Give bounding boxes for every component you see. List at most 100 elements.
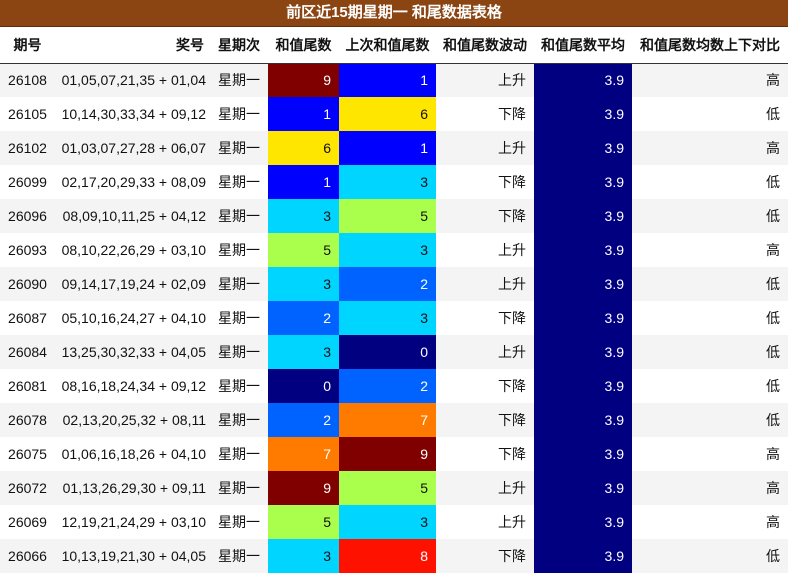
prev-tail-cell: 1	[339, 63, 436, 97]
compare-cell: 低	[632, 539, 788, 573]
tail-cell: 6	[268, 131, 339, 165]
table-row: 26105 10,14,30,33,34 + 09,12 星期一 1 6 下降 3.9 低	[0, 97, 788, 131]
table-row: 26066 10,13,19,21,30 + 04,05 星期一 3 8 下降 3.9 低	[0, 539, 788, 573]
day-cell: 星期一	[210, 233, 268, 267]
table-row: 26096 08,09,10,11,25 + 04,12 星期一 3 5 下降 3.9 低	[0, 199, 788, 233]
issue-cell: 26096	[0, 199, 55, 233]
prev-tail-cell: 3	[339, 301, 436, 335]
prev-tail-cell: 5	[339, 199, 436, 233]
prev-tail-cell: 3	[339, 505, 436, 539]
numbers-cell: 02,17,20,29,33 + 08,09	[55, 165, 210, 199]
numbers-cell: 05,10,16,24,27 + 04,10	[55, 301, 210, 335]
compare-cell: 低	[632, 369, 788, 403]
numbers-cell: 08,10,22,26,29 + 03,10	[55, 233, 210, 267]
table-row: 26108 01,05,07,21,35 + 01,04 星期一 9 1 上升 3.9 高	[0, 63, 788, 97]
avg-cell: 3.9	[534, 233, 632, 267]
tail-cell: 3	[268, 267, 339, 301]
issue-cell: 26093	[0, 233, 55, 267]
table-row: 26081 08,16,18,24,34 + 09,12 星期一 0 2 下降 3.9 低	[0, 369, 788, 403]
numbers-cell: 13,25,30,32,33 + 04,05	[55, 335, 210, 369]
trend-cell: 上升	[436, 471, 534, 505]
table-row: 26099 02,17,20,29,33 + 08,09 星期一 1 3 下降 3.9 低	[0, 165, 788, 199]
issue-cell: 26105	[0, 97, 55, 131]
issue-cell: 26075	[0, 437, 55, 471]
compare-cell: 低	[632, 403, 788, 437]
day-cell: 星期一	[210, 437, 268, 471]
issue-cell: 26108	[0, 63, 55, 97]
day-cell: 星期一	[210, 165, 268, 199]
avg-cell: 3.9	[534, 301, 632, 335]
trend-cell: 上升	[436, 233, 534, 267]
numbers-cell: 09,14,17,19,24 + 02,09	[55, 267, 210, 301]
tail-cell: 2	[268, 403, 339, 437]
table-row: 26093 08,10,22,26,29 + 03,10 星期一 5 3 上升 3.9 高	[0, 233, 788, 267]
header-trend: 和值尾数波动	[436, 27, 534, 64]
table-row: 26087 05,10,16,24,27 + 04,10 星期一 2 3 下降 3.9 低	[0, 301, 788, 335]
table-row: 26102 01,03,07,27,28 + 06,07 星期一 6 1 上升 3.9 高	[0, 131, 788, 165]
issue-cell: 26084	[0, 335, 55, 369]
compare-cell: 高	[632, 505, 788, 539]
issue-cell: 26066	[0, 539, 55, 573]
day-cell: 星期一	[210, 301, 268, 335]
avg-cell: 3.9	[534, 63, 632, 97]
numbers-cell: 01,13,26,29,30 + 09,11	[55, 471, 210, 505]
prev-tail-cell: 9	[339, 437, 436, 471]
day-cell: 星期一	[210, 97, 268, 131]
numbers-cell: 10,14,30,33,34 + 09,12	[55, 97, 210, 131]
table-row: 26069 12,19,21,24,29 + 03,10 星期一 5 3 上升 3.9 高	[0, 505, 788, 539]
prev-tail-cell: 2	[339, 267, 436, 301]
prev-tail-cell: 3	[339, 165, 436, 199]
compare-cell: 高	[632, 233, 788, 267]
table-body: 26108 01,05,07,21,35 + 01,04 星期一 9 1 上升 3.9 高 26…	[0, 63, 788, 573]
trend-cell: 上升	[436, 267, 534, 301]
issue-cell: 26069	[0, 505, 55, 539]
tail-cell: 3	[268, 539, 339, 573]
header-compare: 和值尾数均数上下对比	[632, 27, 788, 64]
trend-cell: 下降	[436, 403, 534, 437]
avg-cell: 3.9	[534, 335, 632, 369]
tail-cell: 5	[268, 505, 339, 539]
trend-cell: 下降	[436, 437, 534, 471]
day-cell: 星期一	[210, 267, 268, 301]
trend-cell: 下降	[436, 539, 534, 573]
table-row: 26090 09,14,17,19,24 + 02,09 星期一 3 2 上升 3.9 低	[0, 267, 788, 301]
table-row: 26075 01,06,16,18,26 + 04,10 星期一 7 9 下降 3.9 高	[0, 437, 788, 471]
avg-cell: 3.9	[534, 97, 632, 131]
prev-tail-cell: 6	[339, 97, 436, 131]
numbers-cell: 10,13,19,21,30 + 04,05	[55, 539, 210, 573]
day-cell: 星期一	[210, 403, 268, 437]
avg-cell: 3.9	[534, 471, 632, 505]
issue-cell: 26078	[0, 403, 55, 437]
prev-tail-cell: 3	[339, 233, 436, 267]
prev-tail-cell: 1	[339, 131, 436, 165]
issue-cell: 26081	[0, 369, 55, 403]
header-row: 期号 奖号 星期次 和值尾数 上次和值尾数 和值尾数波动 和值尾数平均 和值尾数…	[0, 27, 788, 64]
tail-cell: 3	[268, 199, 339, 233]
header-issue: 期号	[0, 27, 55, 64]
header-prev-tail: 上次和值尾数	[339, 27, 436, 64]
prev-tail-cell: 7	[339, 403, 436, 437]
issue-cell: 26102	[0, 131, 55, 165]
numbers-cell: 08,16,18,24,34 + 09,12	[55, 369, 210, 403]
compare-cell: 高	[632, 63, 788, 97]
prev-tail-cell: 2	[339, 369, 436, 403]
avg-cell: 3.9	[534, 131, 632, 165]
day-cell: 星期一	[210, 539, 268, 573]
numbers-cell: 01,05,07,21,35 + 01,04	[55, 63, 210, 97]
issue-cell: 26087	[0, 301, 55, 335]
trend-cell: 下降	[436, 369, 534, 403]
avg-cell: 3.9	[534, 437, 632, 471]
compare-cell: 低	[632, 97, 788, 131]
day-cell: 星期一	[210, 63, 268, 97]
trend-cell: 上升	[436, 63, 534, 97]
avg-cell: 3.9	[534, 403, 632, 437]
compare-cell: 低	[632, 165, 788, 199]
tail-cell: 9	[268, 471, 339, 505]
numbers-cell: 12,19,21,24,29 + 03,10	[55, 505, 210, 539]
trend-cell: 上升	[436, 131, 534, 165]
trend-cell: 下降	[436, 301, 534, 335]
issue-cell: 26099	[0, 165, 55, 199]
trend-cell: 下降	[436, 199, 534, 233]
day-cell: 星期一	[210, 335, 268, 369]
tail-cell: 0	[268, 369, 339, 403]
